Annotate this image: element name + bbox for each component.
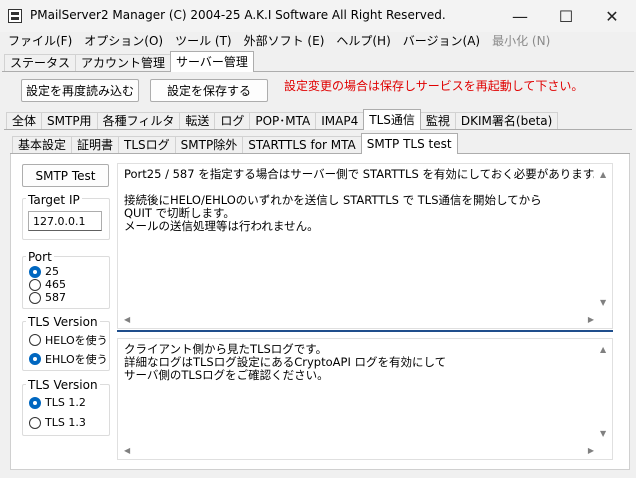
tab-basic-settings[interactable]: 基本設定 bbox=[12, 136, 73, 154]
tab-account-management[interactable]: アカウント管理 bbox=[75, 54, 172, 72]
reload-settings-button[interactable]: 設定を再度読み込む bbox=[21, 79, 139, 102]
tab-tls[interactable]: TLS通信 bbox=[363, 109, 421, 130]
client-log-text: クライアント側から見たTLSログです。 詳細なログはTLSログ設定にあるCryp… bbox=[124, 343, 447, 382]
target-ip-input[interactable]: 127.0.0.1 bbox=[28, 211, 102, 231]
scroll-down-icon[interactable]: ▼ bbox=[600, 298, 606, 308]
tab-status[interactable]: ステータス bbox=[4, 54, 77, 72]
tab-monitor[interactable]: 監視 bbox=[419, 112, 456, 130]
main-tabbar: ステータス アカウント管理 サーバー管理 bbox=[4, 51, 254, 72]
minimize-button[interactable]: — bbox=[497, 0, 543, 32]
tab-forward[interactable]: 転送 bbox=[179, 112, 216, 130]
tab-tls-log[interactable]: TLSログ bbox=[118, 136, 176, 154]
port-25-option[interactable]: 25 bbox=[29, 265, 59, 278]
menu-options[interactable]: オプション(O) bbox=[78, 32, 169, 51]
tls-version-label-1: TLS Version bbox=[26, 315, 100, 329]
tab-certificate[interactable]: 証明書 bbox=[71, 136, 120, 154]
server-log-textarea[interactable]: Port25 / 587 を指定する場合はサーバー側で STARTTLS を有効… bbox=[117, 163, 613, 329]
tls-1-3-label: TLS 1.3 bbox=[45, 416, 86, 429]
smtp-test-button[interactable]: SMTP Test bbox=[22, 164, 109, 187]
client-log-textarea[interactable]: クライアント側から見たTLSログです。 詳細なログはTLSログ設定にあるCryp… bbox=[117, 338, 613, 460]
app-icon bbox=[8, 9, 22, 23]
server-log-text: Port25 / 587 を指定する場合はサーバー側で STARTTLS を有効… bbox=[124, 168, 594, 233]
port-587-option[interactable]: 587 bbox=[29, 291, 66, 304]
tab-smtp-tls-test[interactable]: SMTP TLS test bbox=[360, 133, 458, 154]
tls-version-label-2: TLS Version bbox=[26, 378, 100, 392]
menu-minimize[interactable]: 最小化 (N) bbox=[486, 32, 556, 51]
port-465-label: 465 bbox=[45, 278, 66, 291]
radio-icon bbox=[29, 334, 41, 346]
port-label: Port bbox=[26, 250, 54, 264]
port-465-option[interactable]: 465 bbox=[29, 278, 66, 291]
tab-pop-mta[interactable]: POP･MTA bbox=[249, 112, 317, 130]
menu-help[interactable]: ヘルプ(H) bbox=[330, 32, 396, 51]
tab-dkim[interactable]: DKIM署名(beta) bbox=[454, 112, 559, 130]
scroll-up-icon[interactable]: ▲ bbox=[600, 345, 606, 355]
menu-file[interactable]: ファイル(F) bbox=[0, 32, 78, 51]
tls-1-2-option[interactable]: TLS 1.2 bbox=[29, 396, 86, 409]
tab-log[interactable]: ログ bbox=[214, 112, 251, 130]
radio-icon bbox=[29, 291, 41, 304]
tab-general[interactable]: 全体 bbox=[6, 112, 43, 130]
port-587-label: 587 bbox=[45, 291, 66, 304]
tab-smtp-exclude[interactable]: SMTP除外 bbox=[174, 136, 244, 154]
server-tab-line bbox=[4, 129, 632, 130]
menu-bar: ファイル(F) オプション(O) ツール (T) 外部ソフト (E) ヘルプ(H… bbox=[0, 32, 636, 51]
pane-splitter[interactable] bbox=[117, 330, 613, 332]
radio-selected-icon bbox=[29, 353, 41, 365]
scroll-up-icon[interactable]: ▲ bbox=[600, 170, 606, 180]
ehlo-option[interactable]: EHLOを使う bbox=[29, 351, 108, 367]
radio-icon bbox=[29, 416, 41, 429]
radio-selected-icon bbox=[29, 396, 41, 409]
ehlo-label: EHLOを使う bbox=[45, 353, 108, 366]
save-settings-button[interactable]: 設定を保存する bbox=[150, 79, 268, 102]
tab-server-management[interactable]: サーバー管理 bbox=[170, 51, 254, 72]
scroll-right-icon[interactable]: ▶ bbox=[588, 446, 594, 456]
scroll-right-icon[interactable]: ▶ bbox=[588, 315, 594, 325]
main-tab-line bbox=[2, 71, 634, 72]
helo-label: HELOを使う bbox=[45, 334, 108, 347]
vertical-scrollbar[interactable]: ▲ ▼ bbox=[596, 164, 612, 312]
tab-starttls-mta[interactable]: STARTTLS for MTA bbox=[242, 136, 362, 154]
target-ip-label: Target IP bbox=[26, 193, 82, 207]
menu-tools[interactable]: ツール (T) bbox=[169, 32, 238, 51]
tls-1-2-label: TLS 1.2 bbox=[45, 396, 86, 409]
server-tabbar: 全体 SMTP用 各種フィルタ 転送 ログ POP･MTA IMAP4 TLS通… bbox=[6, 109, 559, 130]
tls-1-3-option[interactable]: TLS 1.3 bbox=[29, 416, 86, 429]
horizontal-scrollbar[interactable]: ◀ ▶ bbox=[118, 312, 596, 328]
helo-option[interactable]: HELOを使う bbox=[29, 332, 108, 348]
window-title: PMailServer2 Manager (C) 2004-25 A.K.I S… bbox=[30, 8, 446, 22]
close-button[interactable]: ✕ bbox=[589, 0, 635, 32]
tab-smtp[interactable]: SMTP用 bbox=[41, 112, 98, 130]
vertical-scrollbar[interactable]: ▲ ▼ bbox=[596, 339, 612, 443]
tls-tabbar: 基本設定 証明書 TLSログ SMTP除外 STARTTLS for MTA S… bbox=[12, 133, 458, 154]
horizontal-scrollbar[interactable]: ◀ ▶ bbox=[118, 443, 596, 459]
tab-filters[interactable]: 各種フィルタ bbox=[96, 112, 181, 130]
scroll-left-icon[interactable]: ◀ bbox=[124, 315, 130, 325]
menu-version[interactable]: バージョン(A) bbox=[397, 32, 486, 51]
radio-selected-icon bbox=[29, 265, 41, 278]
menu-external-software[interactable]: 外部ソフト (E) bbox=[238, 32, 331, 51]
restart-notice: 設定変更の場合は保存しサービスを再起動して下さい。 bbox=[284, 79, 584, 93]
scroll-left-icon[interactable]: ◀ bbox=[124, 446, 130, 456]
scroll-down-icon[interactable]: ▼ bbox=[600, 429, 606, 439]
tab-imap4[interactable]: IMAP4 bbox=[315, 112, 365, 130]
port-25-label: 25 bbox=[45, 265, 59, 278]
radio-icon bbox=[29, 278, 41, 291]
maximize-button[interactable]: ☐ bbox=[543, 0, 589, 32]
